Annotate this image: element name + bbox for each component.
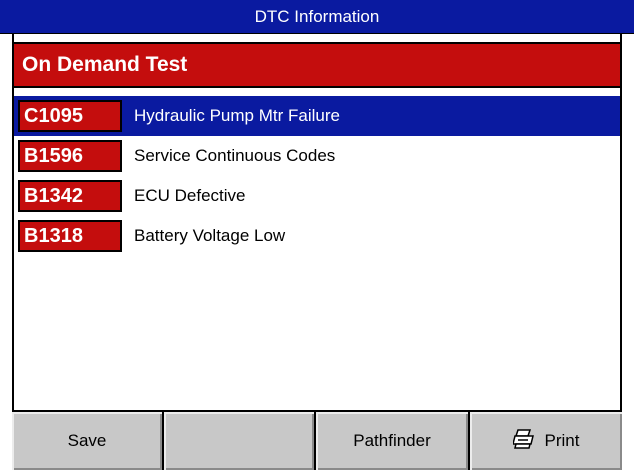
print-button-label: Print <box>544 431 580 450</box>
save-button-label: Save <box>67 431 107 450</box>
dtc-description: ECU Defective <box>134 186 246 205</box>
dtc-description: Hydraulic Pump Mtr Failure <box>134 106 340 125</box>
printer-icon <box>511 428 535 454</box>
function-toolbar: Save Pathfinder Print <box>12 410 622 470</box>
window-title-bar: DTC Information <box>0 0 634 34</box>
save-button[interactable]: Save <box>12 412 164 470</box>
dtc-description: Service Continuous Codes <box>134 146 336 165</box>
dtc-code: C1095 <box>18 100 122 132</box>
dtc-list: C1095 Hydraulic Pump Mtr Failure B1596 S… <box>14 96 620 256</box>
blank-function-button[interactable] <box>164 412 316 470</box>
window-title: DTC Information <box>254 6 380 26</box>
section-header: On Demand Test <box>14 42 620 88</box>
dtc-row[interactable]: B1596 Service Continuous Codes <box>14 136 620 176</box>
dtc-panel: On Demand Test C1095 Hydraulic Pump Mtr … <box>12 34 622 410</box>
dtc-row[interactable]: B1318 Battery Voltage Low <box>14 216 620 256</box>
dtc-code: B1596 <box>18 140 122 172</box>
dtc-description: Battery Voltage Low <box>134 226 286 245</box>
pathfinder-button[interactable]: Pathfinder <box>316 412 470 470</box>
dtc-code: B1342 <box>18 180 122 212</box>
section-title: On Demand Test <box>22 53 188 76</box>
pathfinder-button-label: Pathfinder <box>353 431 431 450</box>
dtc-row[interactable]: C1095 Hydraulic Pump Mtr Failure <box>14 96 620 136</box>
dtc-code: B1318 <box>18 220 122 252</box>
print-button[interactable]: Print <box>470 412 622 470</box>
dtc-row[interactable]: B1342 ECU Defective <box>14 176 620 216</box>
